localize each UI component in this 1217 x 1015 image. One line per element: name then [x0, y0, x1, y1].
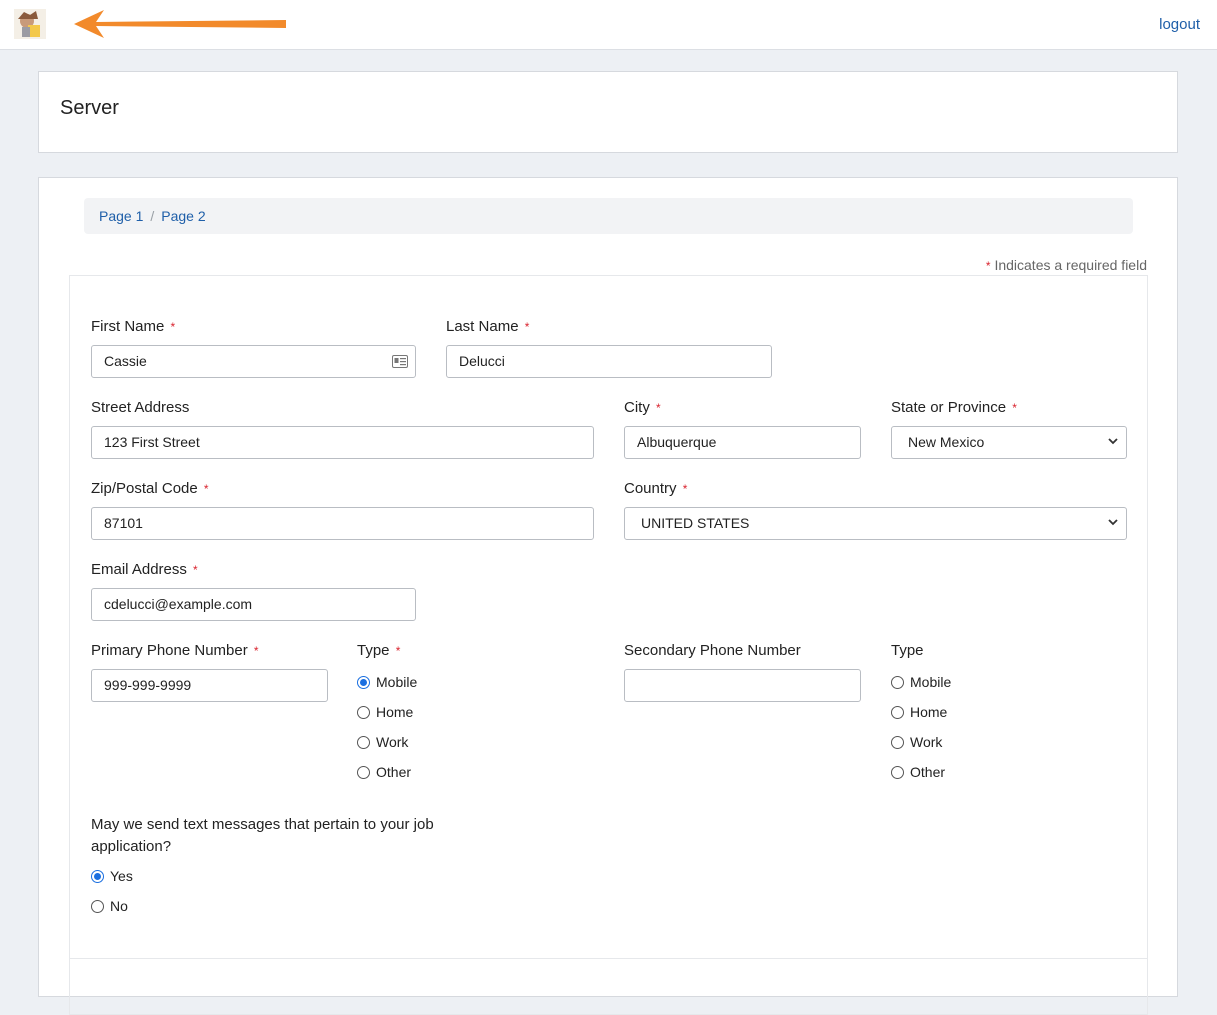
top-navbar: logout [0, 0, 1217, 50]
primary-type-other-radio[interactable]: Other [357, 764, 411, 780]
primary-type-label-text: Type [357, 642, 390, 659]
chevron-down-icon [1108, 519, 1118, 526]
last-name-label: Last Name * [446, 318, 529, 335]
radio-label: Home [910, 704, 948, 720]
first-name-label-text: First Name [91, 318, 165, 335]
required-marker: * [170, 320, 176, 334]
state-value: New Mexico [908, 434, 985, 450]
text-consent-yes-radio[interactable]: Yes [91, 868, 133, 884]
radio-label: Mobile [376, 674, 418, 690]
email-value: cdelucci@example.com [104, 596, 253, 612]
contact-card-icon[interactable] [392, 355, 408, 368]
radio-label: Other [376, 764, 412, 780]
last-name-input[interactable]: Delucci [446, 345, 772, 378]
first-name-input[interactable]: Cassie [91, 345, 416, 378]
required-marker: * [985, 259, 991, 273]
secondary-phone-input[interactable] [624, 669, 861, 702]
city-label: City * [624, 399, 661, 416]
required-marker: * [395, 644, 401, 658]
primary-phone-label: Primary Phone Number * [91, 642, 259, 659]
radio-unselected-icon [357, 735, 370, 749]
primary-type-work-radio[interactable]: Work [357, 734, 408, 750]
city-value: Albuquerque [637, 434, 717, 450]
breadcrumb-separator: / [150, 208, 155, 224]
radio-unselected-icon [891, 765, 904, 779]
email-input[interactable]: cdelucci@example.com [91, 588, 416, 621]
breadcrumb-page-1[interactable]: Page 1 [99, 208, 143, 224]
annotation-arrow-icon [74, 10, 286, 38]
section-divider [70, 958, 1147, 959]
zip-label: Zip/Postal Code * [91, 480, 209, 497]
secondary-type-mobile-radio[interactable]: Mobile [891, 674, 951, 690]
country-value: UNITED STATES [641, 515, 750, 531]
radio-label: Yes [110, 868, 133, 884]
country-label-text: Country [624, 480, 677, 497]
last-name-value: Delucci [459, 353, 505, 369]
state-label: State or Province * [891, 399, 1017, 416]
company-logo-icon[interactable] [14, 9, 46, 39]
first-name-value: Cassie [104, 353, 147, 369]
radio-unselected-icon [357, 705, 370, 719]
radio-label: Mobile [910, 674, 952, 690]
required-marker: * [682, 482, 688, 496]
primary-phone-input[interactable]: 999-999-9999 [91, 669, 328, 702]
chevron-down-icon [1108, 438, 1118, 445]
secondary-type-work-radio[interactable]: Work [891, 734, 942, 750]
primary-phone-value: 999-999-9999 [104, 677, 192, 693]
logout-link[interactable]: logout [1159, 16, 1200, 33]
radio-label: Home [376, 704, 414, 720]
zip-value: 87101 [104, 515, 143, 531]
email-label: Email Address * [91, 561, 198, 578]
radio-unselected-icon [891, 705, 904, 719]
city-input[interactable]: Albuquerque [624, 426, 861, 459]
radio-label: No [110, 898, 128, 914]
email-label-text: Email Address [91, 561, 187, 578]
first-name-label: First Name * [91, 318, 175, 335]
radio-label: Other [910, 764, 946, 780]
application-form-card: Page 1 / Page 2 * Indicates a required f… [38, 177, 1178, 1015]
primary-type-home-radio[interactable]: Home [357, 704, 413, 720]
required-marker: * [203, 482, 209, 496]
primary-phone-label-text: Primary Phone Number [91, 642, 248, 659]
radio-unselected-icon [891, 735, 904, 749]
required-marker: * [1012, 401, 1017, 415]
country-select[interactable]: UNITED STATES [624, 507, 1127, 540]
city-label-text: City [624, 399, 650, 416]
radio-selected-icon [91, 869, 104, 883]
text-consent-no-radio[interactable]: No [91, 898, 128, 914]
street-address-label: Street Address [91, 399, 190, 416]
radio-label: Work [910, 734, 943, 750]
last-name-label-text: Last Name [446, 318, 519, 335]
breadcrumb: Page 1 / Page 2 [84, 198, 1133, 234]
primary-type-mobile-radio[interactable]: Mobile [357, 674, 417, 690]
required-marker: * [253, 644, 259, 658]
state-label-text: State or Province [891, 399, 1007, 416]
page-title-card: Server [38, 71, 1178, 153]
secondary-type-other-radio[interactable]: Other [891, 764, 945, 780]
zip-label-text: Zip/Postal Code [91, 480, 198, 497]
required-field-note: * Indicates a required field [984, 257, 1147, 273]
radio-unselected-icon [357, 765, 370, 779]
breadcrumb-page-2[interactable]: Page 2 [161, 208, 205, 224]
required-marker: * [524, 320, 530, 334]
street-address-value: 123 First Street [104, 434, 200, 450]
page-title: Server [60, 97, 119, 119]
required-note-text: Indicates a required field [994, 257, 1147, 273]
primary-type-label: Type * [357, 642, 400, 659]
state-select[interactable]: New Mexico [891, 426, 1127, 459]
street-address-input[interactable]: 123 First Street [91, 426, 594, 459]
required-marker: * [193, 563, 198, 577]
radio-selected-icon [357, 675, 370, 689]
text-consent-question: May we send text messages that pertain t… [91, 816, 434, 855]
secondary-type-home-radio[interactable]: Home [891, 704, 947, 720]
radio-unselected-icon [91, 899, 104, 913]
radio-label: Work [376, 734, 409, 750]
secondary-type-label: Type [891, 642, 924, 659]
country-label: Country * [624, 480, 687, 497]
zip-input[interactable]: 87101 [91, 507, 594, 540]
radio-unselected-icon [891, 675, 904, 689]
required-marker: * [656, 401, 661, 415]
form-body: First Name * Cassie Last Name * Delucci … [69, 275, 1148, 1015]
secondary-phone-label: Secondary Phone Number [624, 642, 801, 659]
